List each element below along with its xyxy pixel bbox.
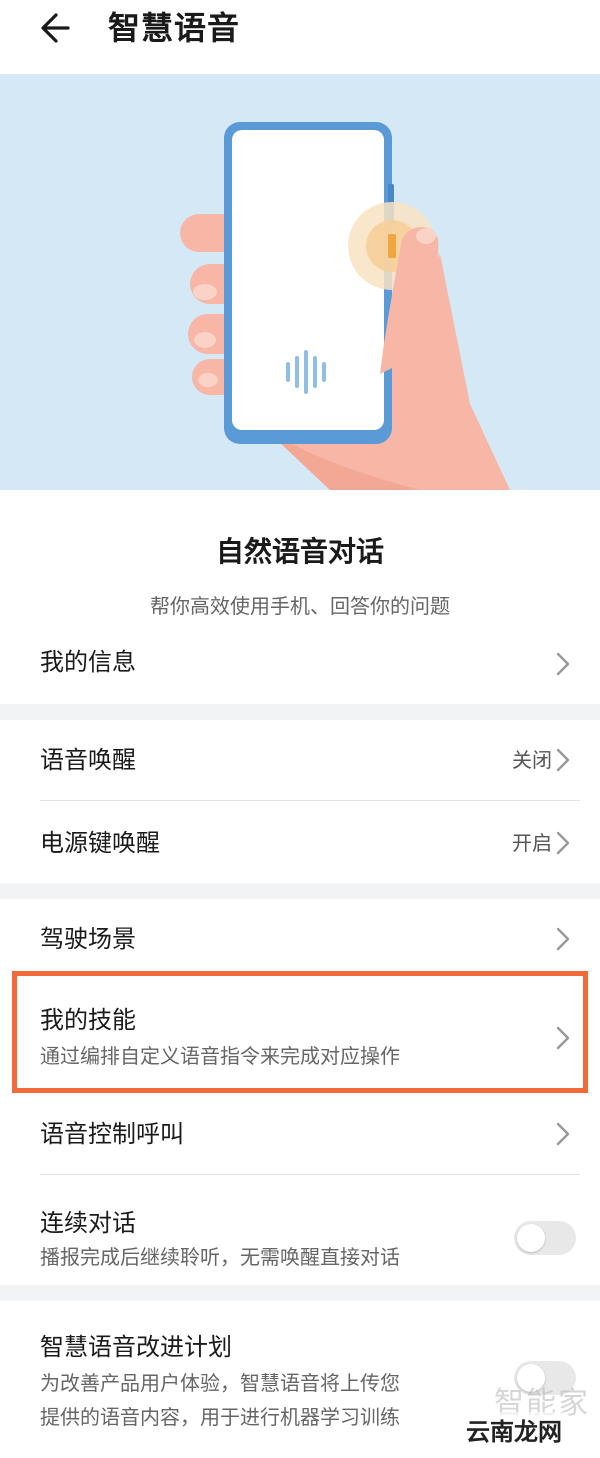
driving-scene-label: 驾驶场景 — [40, 925, 136, 953]
chevron-right-icon — [556, 1122, 570, 1146]
app-header: 智慧语音 — [0, 0, 600, 74]
watermark-text: 云南龙网 — [462, 1412, 566, 1447]
chevron-right-icon — [556, 927, 570, 951]
page-title: 智慧语音 — [108, 9, 241, 47]
intro-section: 自然语音对话 帮你高效使用手机、回答你的问题 — [0, 490, 600, 640]
intro-title: 自然语音对话 — [215, 535, 384, 568]
back-button[interactable] — [38, 6, 82, 50]
continuous-dialog-row: 连续对话 播报完成后继续聆听，无需唤醒直接对话 — [0, 1175, 600, 1285]
continuous-dialog-label: 连续对话 — [40, 1209, 136, 1237]
voice-wake-label: 语音唤醒 — [40, 746, 136, 774]
voice-wake-row[interactable]: 语音唤醒 关闭 — [0, 720, 600, 800]
continuous-dialog-description: 播报完成后继续聆听，无需唤醒直接对话 — [40, 1245, 400, 1269]
section-gap — [0, 1285, 600, 1301]
improvement-plan-label: 智慧语音改进计划 — [40, 1333, 232, 1361]
arrow-left-icon — [41, 13, 70, 43]
my-info-label: 我的信息 — [40, 648, 136, 676]
chevron-right-icon — [556, 652, 570, 676]
improvement-plan-description-line2: 提供的语音内容，用于进行机器学习训练 — [40, 1405, 400, 1429]
my-info-row[interactable]: 我的信息 — [0, 628, 600, 704]
voice-wake-value: 关闭 — [512, 748, 552, 772]
hero-banner — [0, 74, 600, 490]
power-key-wake-label: 电源键唤醒 — [40, 829, 160, 857]
power-key-wake-row[interactable]: 电源键唤醒 开启 — [0, 801, 600, 883]
voice-call-label: 语音控制呼叫 — [40, 1120, 184, 1148]
power-key-wake-value: 开启 — [512, 831, 552, 855]
toggle-knob — [517, 1224, 545, 1252]
chevron-right-icon — [556, 748, 570, 772]
driving-scene-row[interactable]: 驾驶场景 — [0, 899, 600, 975]
hand-holding-phone-illustration — [180, 122, 510, 490]
highlight-box — [12, 971, 588, 1093]
section-gap — [0, 883, 600, 899]
intro-subtitle: 帮你高效使用手机、回答你的问题 — [150, 594, 450, 618]
improvement-plan-description-line1: 为改善产品用户体验，智慧语音将上传您 — [40, 1371, 400, 1395]
section-gap — [0, 704, 600, 720]
chevron-right-icon — [556, 831, 570, 855]
continuous-dialog-toggle[interactable] — [514, 1221, 576, 1255]
voice-call-row[interactable]: 语音控制呼叫 — [0, 1094, 600, 1174]
